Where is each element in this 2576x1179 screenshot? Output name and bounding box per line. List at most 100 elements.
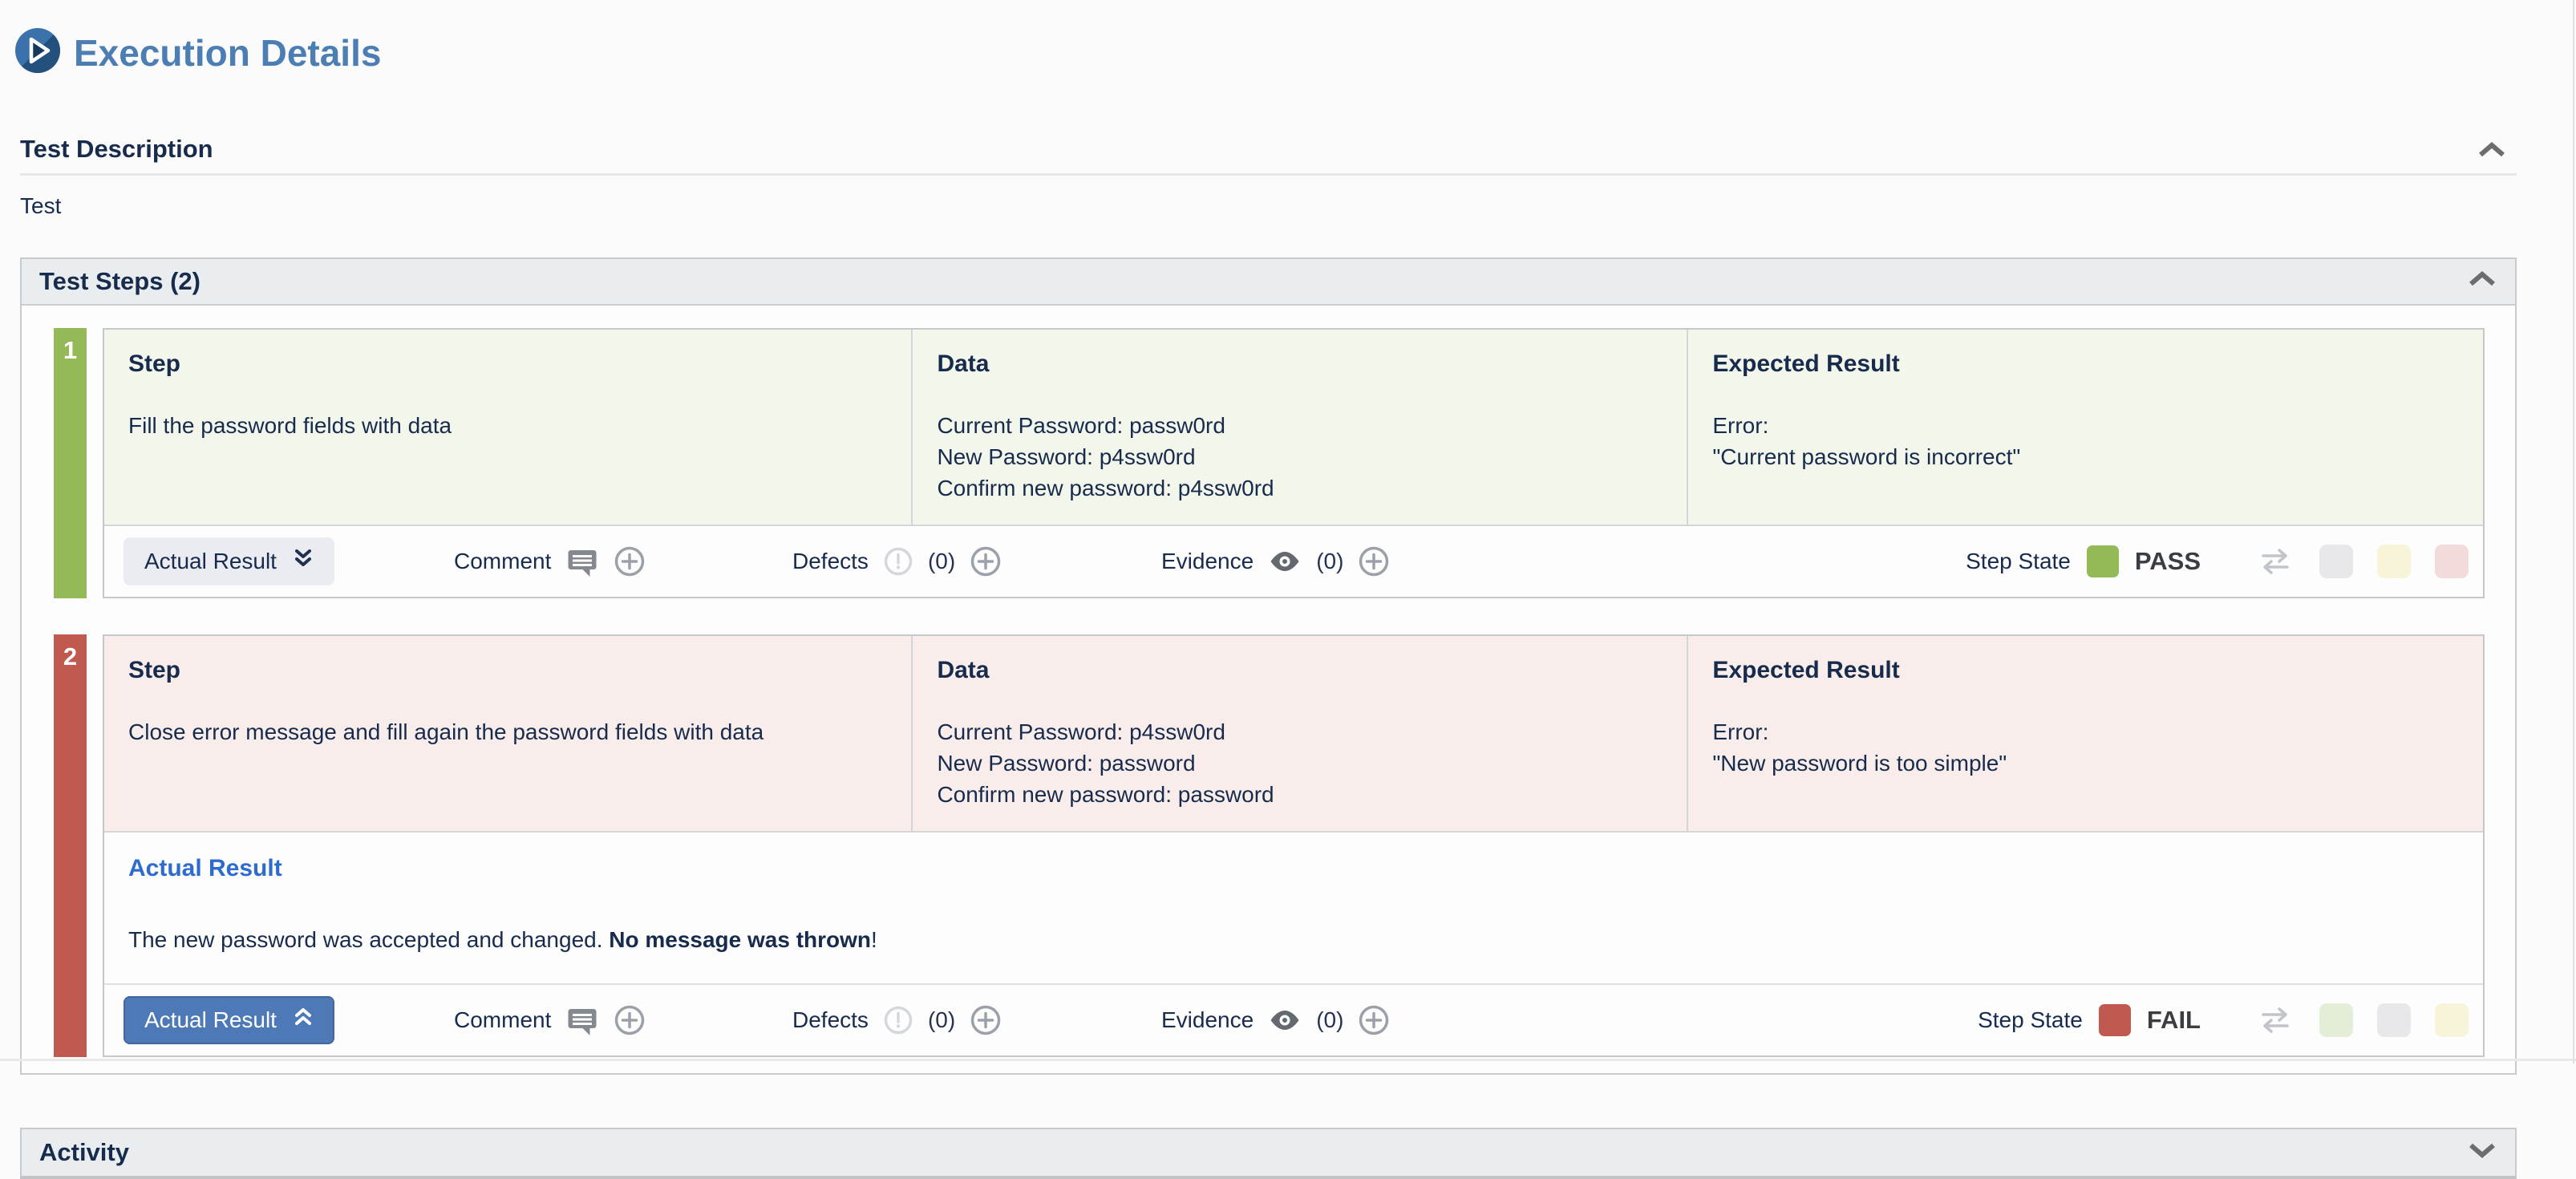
state-option-2[interactable] [2377,545,2411,578]
data-line: New Password: p4ssw0rd [937,441,1663,472]
test-step-row-1: 1 Step Fill the password fields with dat… [54,328,2485,598]
actual-result-title: Actual Result [128,855,2459,882]
data-line: Confirm new password: password [937,779,1663,810]
state-option-2[interactable] [2377,1003,2411,1037]
actual-result-button-label: Actual Result [144,1007,277,1033]
swap-arrows-icon[interactable] [2255,548,2295,575]
expected-result-cell: Expected Result Error: "New password is … [1688,636,2483,831]
actual-result-text-normal: The new password was accepted and change… [128,927,609,952]
defect-warning-icon[interactable] [883,546,913,577]
page-title: Execution Details [74,31,381,75]
expected-line: Error: [1712,716,2459,748]
defects-count: (0) [928,549,955,574]
expected-column-title: Expected Result [1712,657,2459,684]
step-cell: Step Close error message and fill again … [104,636,913,831]
swap-arrows-icon[interactable] [2255,1007,2295,1034]
test-steps-header: Test Steps (2) [22,259,2515,306]
step-column-title: Step [128,657,887,684]
step-text: Close error message and fill again the p… [128,716,887,748]
comment-group: Comment [454,1003,646,1037]
add-defect-icon[interactable] [970,1004,1002,1036]
actual-result-block: Actual Result The new password was accep… [104,833,2483,985]
evidence-group: Evidence (0) [1161,1004,1390,1036]
chevron-up-icon[interactable] [2477,140,2507,164]
comment-icon[interactable] [565,1003,599,1037]
add-evidence-icon[interactable] [1358,545,1390,577]
step-footer: Actual Result Comment [104,985,2483,1055]
comment-label: Comment [454,549,551,574]
defect-warning-icon[interactable] [883,1005,913,1035]
state-text: PASS [2135,547,2201,576]
state-option-1[interactable] [2319,545,2353,578]
data-column-title: Data [937,350,1663,378]
step-card: Step Close error message and fill again … [103,634,2485,1057]
step-cell: Step Fill the password fields with data [104,330,913,525]
state-color-chip [2099,1004,2131,1036]
step-number-badge: 1 [54,328,87,598]
expected-line: "New password is too simple" [1712,748,2459,779]
defects-group: Defects (0) [792,545,1002,577]
step-state-group: Step State FAIL [1978,1003,2469,1037]
step-cells: Step Close error message and fill again … [104,636,2483,833]
data-line: New Password: password [937,748,1663,779]
eye-icon[interactable] [1268,1008,1302,1032]
state-option-3[interactable] [2435,1003,2469,1037]
state-option-1[interactable] [2319,1003,2353,1037]
page-header: Execution Details [14,0,2517,99]
add-comment-icon[interactable] [614,545,646,577]
step-footer: Actual Result Comment [104,526,2483,597]
add-defect-icon[interactable] [970,545,1002,577]
evidence-group: Evidence (0) [1161,545,1390,577]
double-chevron-down-icon [293,547,314,575]
expected-line: Error: [1712,410,2459,441]
test-description-section: Test Description Test [20,135,2517,219]
comment-group: Comment [454,545,646,578]
chevron-down-icon[interactable] [2467,1141,2497,1164]
data-line: Current Password: passw0rd [937,410,1663,441]
evidence-label: Evidence [1161,1007,1254,1033]
actual-result-text-bold: No message was thrown [609,927,871,952]
defects-label: Defects [792,549,869,574]
execution-play-icon [14,27,61,78]
comment-icon[interactable] [565,545,599,578]
actual-result-toggle-button[interactable]: Actual Result [124,537,334,585]
data-cell: Data Current Password: passw0rd New Pass… [913,330,1688,525]
data-cell: Data Current Password: p4ssw0rd New Pass… [913,636,1688,831]
actual-result-button-label: Actual Result [144,549,277,574]
evidence-label: Evidence [1161,549,1254,574]
activity-title: Activity [39,1138,129,1167]
add-evidence-icon[interactable] [1358,1004,1390,1036]
expected-line: "Current password is incorrect" [1712,441,2459,472]
expected-column-title: Expected Result [1712,350,2459,378]
step-column-title: Step [128,350,887,378]
page-content: Execution Details Test Description Test … [20,0,2517,1179]
defects-count: (0) [928,1007,955,1033]
test-description-title: Test Description [20,135,213,164]
actual-result-toggle-button[interactable]: Actual Result [124,996,334,1044]
add-comment-icon[interactable] [614,1004,646,1036]
step-state-label: Step State [1966,549,2071,574]
step-text: Fill the password fields with data [128,410,887,441]
divider [0,1059,2576,1061]
actual-result-text-suffix: ! [871,927,877,952]
scrollbar[interactable] [2573,0,2574,1064]
comment-label: Comment [454,1007,551,1033]
evidence-count: (0) [1316,549,1343,574]
step-state-group: Step State PASS [1966,545,2469,578]
chevron-up-icon[interactable] [2467,269,2497,293]
expected-result-cell: Expected Result Error: "Current password… [1688,330,2483,525]
step-state-label: Step State [1978,1007,2083,1033]
state-option-3[interactable] [2435,545,2469,578]
double-chevron-up-icon [293,1006,314,1034]
eye-icon[interactable] [1268,549,1302,573]
activity-header: Activity [22,1129,2515,1176]
step-cells: Step Fill the password fields with data … [104,330,2483,526]
actual-result-text: The new password was accepted and change… [128,927,2459,953]
data-line: Confirm new password: p4ssw0rd [937,472,1663,504]
test-steps-title: Test Steps (2) [39,267,200,296]
test-step-row-2: 2 Step Close error message and fill agai… [54,634,2485,1057]
evidence-count: (0) [1316,1007,1343,1033]
activity-panel: Activity [20,1128,2517,1179]
test-steps-body: 1 Step Fill the password fields with dat… [22,306,2515,1073]
divider [20,173,2517,176]
